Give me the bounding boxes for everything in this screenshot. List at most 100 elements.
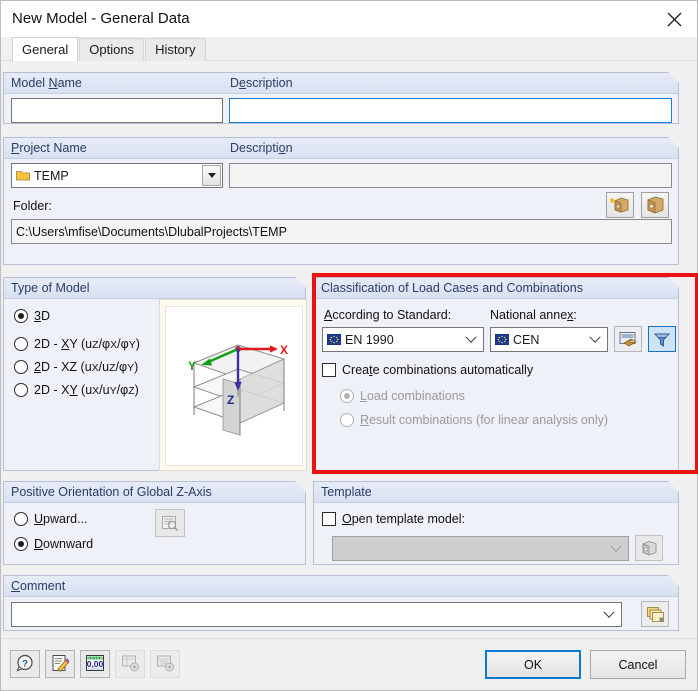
dialog-client-area: Model Name Description Project Name Desc… (1, 61, 697, 638)
project-name-value: TEMP (34, 168, 69, 183)
z-axis-orientation-group: Positive Orientation of Global Z-Axis Up… (3, 481, 306, 565)
cancel-button[interactable]: Cancel (590, 650, 686, 679)
import-table-icon: INI (156, 654, 175, 675)
units-0-00-icon: 0,00 (85, 654, 105, 675)
comment-stack-icon (646, 606, 665, 623)
template-header: Template (314, 481, 679, 503)
radio-z-upward[interactable]: Upward... (14, 512, 88, 526)
help-button[interactable]: ? (10, 650, 40, 678)
import-button[interactable]: INI (150, 650, 180, 678)
radio-z-downward[interactable]: Downward (14, 537, 93, 551)
tab-history-label: History (155, 42, 196, 57)
svg-text:Y: Y (188, 359, 196, 373)
create-combinations-checkbox[interactable]: Create combinations automatically (322, 363, 533, 377)
model-description-input[interactable] (229, 98, 672, 123)
according-to-standard-label: According to Standard: (324, 308, 452, 322)
comment-group: Comment (3, 575, 679, 631)
browse-project-button[interactable] (641, 192, 669, 218)
standard-settings-icon (619, 331, 638, 348)
comment-header: Comment (4, 575, 679, 597)
z-axis-preview-button[interactable] (155, 509, 185, 537)
cancel-button-label: Cancel (618, 657, 658, 672)
template-combo[interactable] (332, 536, 629, 561)
export-excel-button[interactable] (115, 650, 145, 678)
radio-2d-xy-uz-indicator (14, 337, 28, 351)
standard-settings-button[interactable] (614, 326, 642, 352)
units-button[interactable]: 0,00 (80, 650, 110, 678)
model-type-preview: X Y Z (159, 299, 307, 471)
radio-model-2d-xz[interactable]: 2D - XZ (uX/uZ/φY) (14, 360, 140, 374)
tab-strip: General Options History (1, 37, 697, 61)
eu-flag-icon (494, 333, 510, 346)
model-name-group: Model Name Description (3, 72, 679, 124)
standard-combo[interactable]: EN 1990 (322, 327, 484, 352)
radio-2d-xy-ux-indicator (14, 383, 28, 397)
radio-model-2d-xy-uz[interactable]: 2D - XY (uZ/φX/φY) (14, 337, 140, 351)
radio-result-combinations-indicator (340, 413, 354, 427)
standard-combo-chevron-icon[interactable] (460, 329, 482, 350)
comment-combo[interactable] (11, 602, 622, 627)
model-name-input[interactable] (11, 98, 223, 123)
edit-button[interactable] (45, 650, 75, 678)
project-combo-arrow-icon[interactable] (202, 165, 221, 186)
radio-model-2d-xy-ux[interactable]: 2D - XY (uX/uY/φZ) (14, 383, 140, 397)
national-annex-label: National annex: (490, 308, 577, 322)
national-annex-combo[interactable]: CEN (490, 327, 608, 352)
new-project-cabinet-icon (610, 196, 630, 214)
window-title: New Model - General Data (12, 10, 190, 27)
preview-document-icon (161, 515, 179, 532)
template-browse-button[interactable] (635, 535, 663, 561)
annex-combo-chevron-icon[interactable] (584, 329, 606, 350)
type-of-model-header: Type of Model (4, 277, 306, 299)
project-cabinet-icon (645, 196, 665, 214)
folder-icon (16, 170, 30, 181)
filter-funnel-icon (653, 331, 671, 348)
svg-text:?: ? (22, 658, 28, 669)
folder-path-input[interactable] (11, 219, 672, 244)
title-bar: New Model - General Data (1, 1, 697, 37)
building-frame-3d-icon: X Y Z (188, 343, 288, 436)
eu-flag-icon (326, 333, 342, 346)
classification-header: Classification of Load Cases and Combina… (314, 277, 679, 299)
close-icon[interactable] (651, 1, 697, 37)
radio-z-upward-indicator (14, 512, 28, 526)
project-description-input[interactable] (229, 163, 672, 188)
tab-options[interactable]: Options (79, 38, 145, 61)
filter-button[interactable] (648, 326, 676, 352)
model-name-group-header: Model Name Description (4, 72, 679, 94)
comment-combo-chevron-icon[interactable] (598, 604, 620, 625)
project-description-header-label: Description (230, 141, 293, 155)
template-group: Template Open template model: (313, 481, 679, 565)
type-of-model-group: Type of Model 3D 2D - XY (uZ/φX/φY) 2D -… (3, 277, 307, 471)
open-template-checkbox[interactable]: Open template model: (322, 512, 465, 526)
dialog-bottom-bar: ? 0,00 INI OK Cancel (1, 638, 697, 690)
ok-button-label: OK (523, 657, 543, 672)
radio-result-combinations[interactable]: Result combinations (for linear analysis… (340, 413, 608, 427)
ok-button[interactable]: OK (485, 650, 581, 679)
bottom-toolbar: ? 0,00 INI (10, 650, 180, 678)
edit-pencil-icon (51, 654, 70, 675)
create-combinations-checkbox-box (322, 363, 336, 377)
new-project-button[interactable] (606, 192, 634, 218)
radio-load-combinations-indicator (340, 389, 354, 403)
template-box-icon (640, 540, 658, 557)
project-name-header-label: Project Name (11, 141, 87, 155)
description-header-label: Description (230, 76, 293, 90)
tab-general[interactable]: General (12, 37, 79, 61)
svg-text:X: X (280, 343, 288, 357)
classification-group: Classification of Load Cases and Combina… (313, 277, 679, 471)
help-question-icon: ? (15, 654, 35, 675)
tab-options-label: Options (89, 42, 135, 57)
radio-3d-indicator (14, 309, 28, 323)
tab-history[interactable]: History (145, 38, 206, 61)
radio-model-3d[interactable]: 3D (14, 309, 140, 323)
radio-load-combinations[interactable]: Load combinations (340, 389, 465, 403)
template-combo-chevron-icon[interactable] (605, 538, 627, 559)
open-template-checkbox-box (322, 512, 336, 526)
project-name-combo[interactable]: TEMP (11, 163, 223, 188)
radio-2d-xz-indicator (14, 360, 28, 374)
comment-pick-button[interactable] (641, 601, 669, 627)
project-group-header: Project Name Description (4, 137, 679, 159)
new-model-general-data-dialog: New Model - General Data General Options… (0, 0, 698, 691)
folder-label: Folder: (13, 199, 52, 213)
